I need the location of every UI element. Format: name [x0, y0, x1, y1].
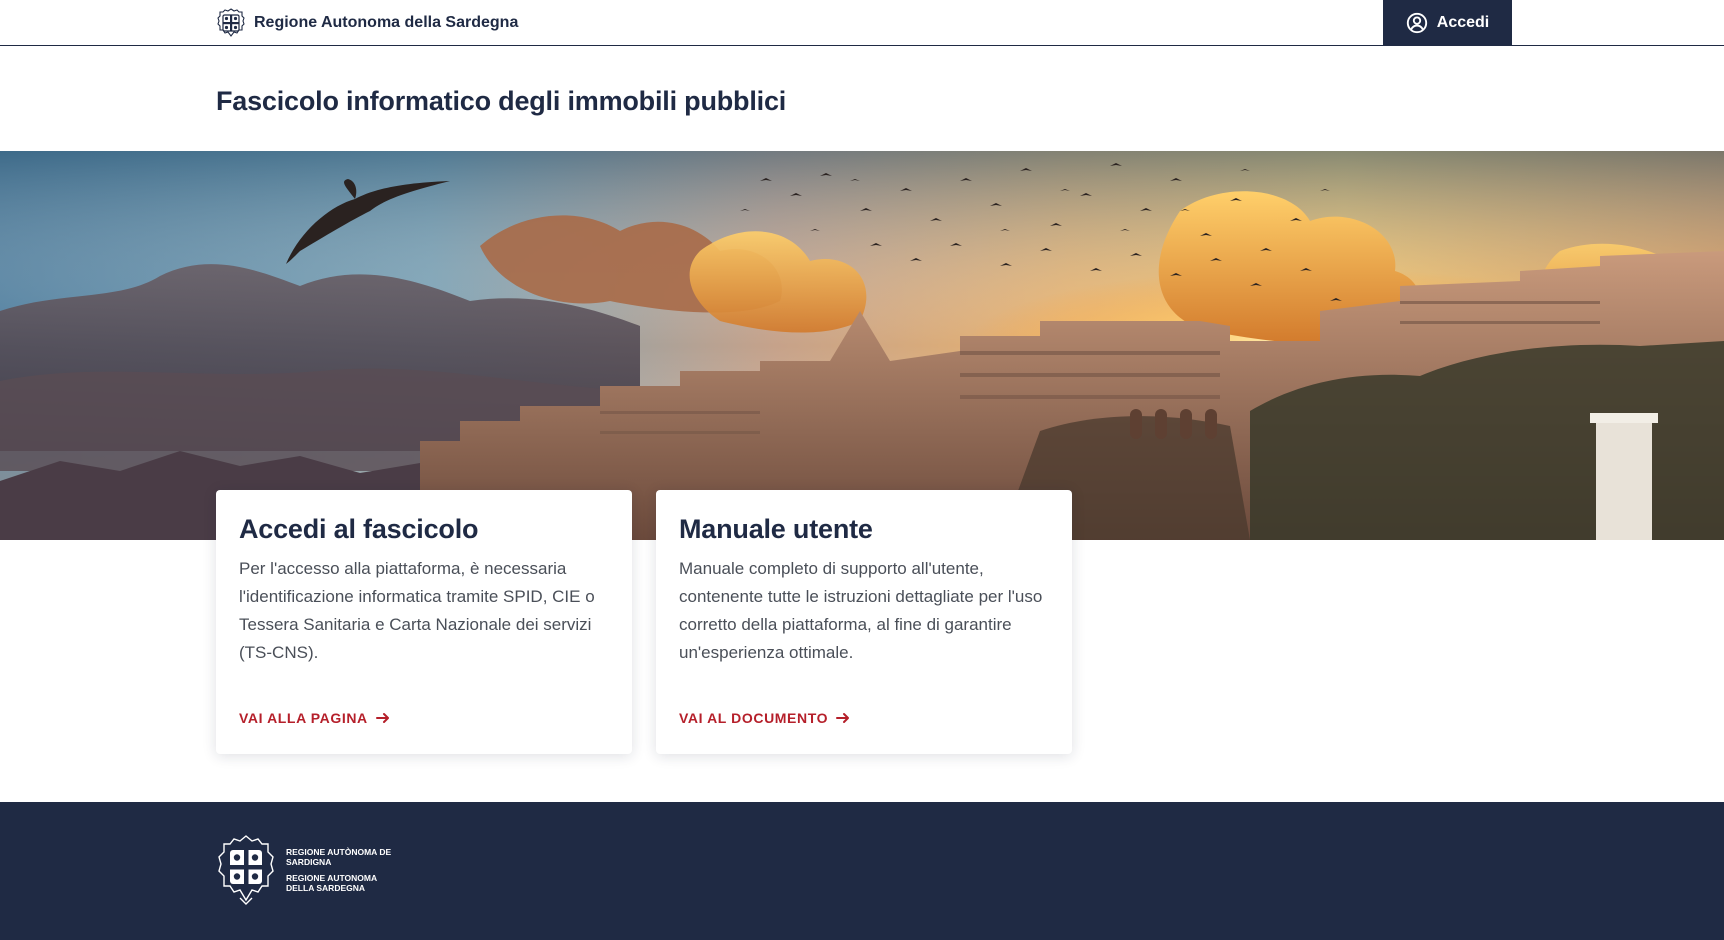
card-description: Per l'accesso alla piattaforma, è necess…: [239, 559, 595, 662]
brand-link[interactable]: Regione Autonoma della Sardegna: [216, 8, 518, 38]
card-description: Manuale completo di supporto all'utente,…: [679, 559, 1043, 662]
card-title: Manuale utente: [679, 514, 873, 544]
footer-logo-line-sardinian: REGIONE AUTÒNOMA DE SARDIGNA: [286, 847, 392, 867]
arrow-right-icon: [836, 713, 850, 723]
login-button-label: Accedi: [1436, 14, 1490, 31]
card-user-manual: Manuale utente Manuale completo di suppo…: [656, 490, 1072, 754]
footer-logo-text: REGIONE AUTÒNOMA DE SARDIGNA REGIONE AUT…: [286, 847, 396, 893]
sardinia-coat-of-arms-icon: [217, 8, 245, 37]
page-title: Fascicolo informatico degli immobili pub…: [216, 86, 787, 116]
brand-name: Regione Autonoma della Sardegna: [254, 14, 519, 31]
footer-logo-line-italian: REGIONE AUTONOMA DELLA SARDEGNA: [286, 873, 377, 893]
page-footer: REGIONE AUTÒNOMA DE SARDIGNA REGIONE AUT…: [0, 802, 1724, 940]
card-link-label: VAI ALLA PAGINA: [239, 710, 368, 726]
card-link-label: VAI AL DOCUMENTO: [679, 710, 829, 726]
user-circle-icon: [1406, 12, 1427, 34]
go-to-page-link[interactable]: VAI ALLA PAGINA: [239, 710, 391, 726]
top-header: Regione Autonoma della Sardegna Accedi: [0, 0, 1724, 46]
footer-logo-link[interactable]: REGIONE AUTÒNOMA DE SARDIGNA REGIONE AUT…: [216, 834, 396, 906]
go-to-document-link[interactable]: VAI AL DOCUMENTO: [679, 710, 851, 726]
login-button[interactable]: Accedi: [1383, 0, 1512, 46]
card-access-dossier: Accedi al fascicolo Per l'accesso alla p…: [216, 490, 632, 754]
card-title: Accedi al fascicolo: [239, 514, 479, 544]
arrow-right-icon: [375, 713, 389, 723]
sardinia-coat-of-arms-icon: [218, 835, 274, 905]
hero-image: [0, 151, 1724, 540]
